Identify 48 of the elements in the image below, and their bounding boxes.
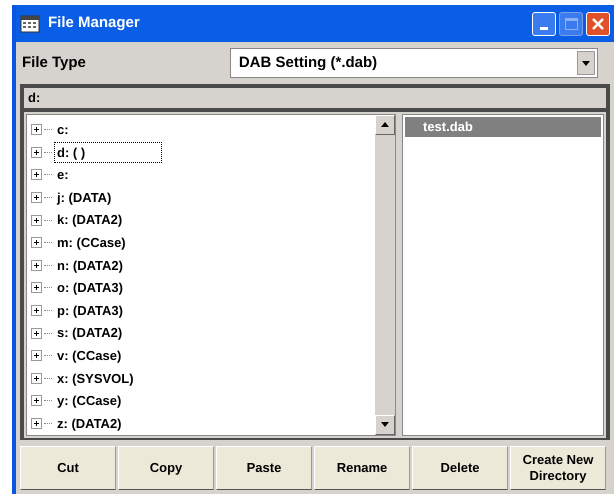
expand-icon[interactable]	[31, 124, 42, 136]
path-label: d:	[28, 89, 40, 107]
expand-icon[interactable]	[31, 395, 42, 406]
file-item[interactable]: test.dab	[405, 116, 601, 136]
drive-item[interactable]: z: (DATA2)	[54, 412, 125, 434]
close-icon	[591, 16, 605, 30]
drive-item[interactable]: k: (DATA2)	[54, 209, 126, 231]
expand-icon[interactable]	[31, 260, 42, 271]
action-button[interactable]: Delete	[412, 446, 508, 490]
expand-icon[interactable]	[31, 418, 42, 430]
drive-item[interactable]: s: (DATA2)	[54, 322, 126, 344]
drive-item[interactable]: j: (DATA)	[54, 186, 114, 208]
scrollbar[interactable]	[375, 114, 395, 435]
window-title: File Manager	[48, 13, 141, 34]
expand-icon[interactable]	[31, 372, 42, 384]
drive-item[interactable]: m: (CCase)	[54, 232, 129, 254]
expand-icon[interactable]	[31, 328, 42, 339]
drive-item[interactable]: d: ( )	[54, 142, 162, 164]
expand-icon[interactable]	[31, 146, 42, 158]
file-type-label: File Type	[22, 52, 87, 73]
action-button[interactable]: Create New Directory	[510, 446, 606, 490]
expand-icon[interactable]	[31, 169, 42, 180]
expand-icon[interactable]	[31, 237, 42, 248]
drive-item[interactable]: n: (DATA2)	[54, 254, 126, 276]
drive-item[interactable]: v: (CCase)	[54, 344, 124, 366]
action-button[interactable]: Cut	[20, 446, 116, 490]
drive-item[interactable]: e:	[54, 164, 72, 186]
minimize-button[interactable]	[532, 12, 556, 36]
drive-item[interactable]: o: (DATA3)	[54, 277, 126, 299]
close-button[interactable]	[586, 12, 610, 36]
scroll-up-icon	[381, 122, 389, 127]
expand-icon[interactable]	[31, 192, 42, 204]
expand-icon[interactable]	[31, 282, 42, 294]
drive-item[interactable]: y: (CCase)	[54, 390, 124, 412]
action-button[interactable]: Rename	[314, 446, 410, 490]
drive-item[interactable]: x: (SYSVOL)	[54, 368, 137, 390]
file-type-dropdown[interactable]: DAB Setting (*.dab)	[230, 48, 598, 78]
expand-icon[interactable]	[31, 305, 42, 316]
expand-icon[interactable]	[31, 350, 42, 362]
calendar-icon	[20, 14, 40, 32]
action-button[interactable]: Paste	[216, 446, 312, 490]
dropdown-arrow-icon	[582, 60, 590, 66]
drive-item[interactable]: c:	[54, 119, 72, 141]
scroll-down-icon	[381, 422, 389, 428]
maximize-button[interactable]	[559, 12, 583, 36]
expand-icon[interactable]	[31, 214, 42, 226]
drive-item[interactable]: p: (DATA3)	[54, 300, 126, 322]
action-button[interactable]: Copy	[118, 446, 214, 490]
